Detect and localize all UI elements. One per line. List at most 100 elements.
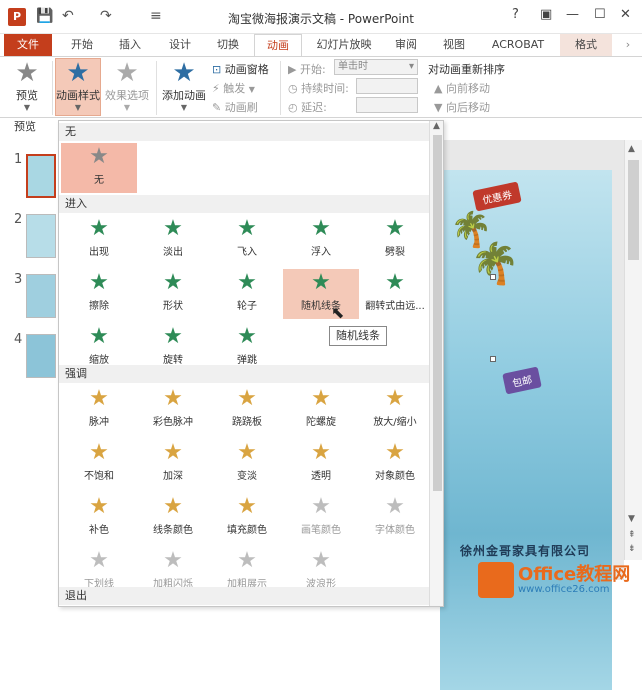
star-icon: ★	[237, 440, 257, 465]
move-earlier-button[interactable]: ▲ 向前移动	[434, 80, 490, 96]
emphasis-effect-label: 透明	[311, 471, 331, 482]
scroll-up-icon[interactable]: ▲	[628, 144, 635, 154]
preview-button[interactable]: ★ 预览 ▼	[6, 59, 48, 115]
tab-animations[interactable]: 动画	[254, 34, 302, 56]
ribbon-scroll-right-icon[interactable]: ›	[620, 34, 636, 56]
emphasis-effect[interactable]: ★ 填充颜色	[209, 493, 285, 543]
duration-input[interactable]	[356, 78, 418, 94]
tab-insert[interactable]: 插入	[108, 34, 152, 56]
preview-label: 预览	[16, 89, 38, 102]
tooltip: 随机线条	[329, 326, 387, 346]
emphasis-effect-label: 彩色脉冲	[153, 417, 193, 428]
emphasis-effect[interactable]: ★ 字体颜色	[357, 493, 433, 543]
entrance-effect[interactable]: ★ 擦除	[61, 269, 137, 319]
slide-thumbnail-3[interactable]	[26, 274, 56, 318]
animation-painter-button[interactable]: ✎ 动画刷	[212, 99, 258, 115]
slide-thumbnails-panel: 1 2 3 4	[0, 140, 58, 607]
emphasis-effect-label: 跷跷板	[232, 417, 262, 428]
gallery-scrollbar[interactable]: ▲	[429, 121, 443, 606]
mouse-cursor-icon: ⬉	[331, 303, 345, 322]
tab-home[interactable]: 开始	[60, 34, 104, 56]
star-icon: ★	[237, 548, 257, 573]
selection-handle[interactable]	[490, 356, 496, 362]
tab-file[interactable]: 文件	[4, 34, 52, 56]
add-animation-button[interactable]: ★ 添加动画 ▼	[160, 59, 208, 115]
add-animation-label: 添加动画	[162, 89, 206, 102]
help-button[interactable]: ?	[512, 7, 519, 22]
arrow-up-icon: ▲	[434, 82, 443, 95]
delay-input[interactable]	[356, 97, 418, 113]
tab-review[interactable]: 审阅	[386, 34, 426, 56]
scrollbar-thumb[interactable]	[628, 160, 639, 260]
star-icon: ★	[237, 386, 257, 411]
start-select[interactable]: 单击时 ▾	[334, 59, 418, 75]
scroll-up-icon[interactable]: ▲	[433, 121, 440, 131]
tab-view[interactable]: 视图	[434, 34, 474, 56]
selection-handle[interactable]	[490, 274, 496, 280]
tab-slideshow[interactable]: 幻灯片放映	[308, 34, 380, 56]
slide-thumbnail-4[interactable]	[26, 334, 56, 378]
emphasis-effect[interactable]: ★ 跷跷板	[209, 385, 285, 435]
star-icon: ★	[385, 216, 405, 241]
tab-design[interactable]: 设计	[158, 34, 202, 56]
emphasis-effect[interactable]: ★ 加深	[135, 439, 211, 489]
entrance-effect-label: 浮入	[311, 247, 331, 258]
move-later-button[interactable]: ▼ 向后移动	[434, 99, 490, 115]
slide-thumbnail-1[interactable]	[26, 154, 56, 198]
star-icon: ★	[311, 440, 331, 465]
entrance-effect[interactable]: ★ 形状	[135, 269, 211, 319]
minimize-button[interactable]: —	[566, 7, 579, 22]
maximize-button[interactable]: ☐	[594, 7, 606, 22]
emphasis-effect[interactable]: ★ 对象颜色	[357, 439, 433, 489]
emphasis-effect[interactable]: ★ 变淡	[209, 439, 285, 489]
entrance-effect[interactable]: ★ 出现	[61, 215, 137, 265]
star-icon: ★	[385, 270, 405, 295]
delay-label: ◴ 延迟:	[288, 101, 327, 114]
next-slide-icon[interactable]: ⇟	[628, 544, 636, 554]
slide-editing-area: 优惠券 🌴 🌴 包邮 徐州金哥家具有限公司	[440, 140, 624, 690]
emphasis-effect[interactable]: ★ 画笔颜色	[283, 493, 359, 543]
free-shipping-tag[interactable]: 包邮	[502, 366, 542, 395]
close-button[interactable]: ✕	[620, 7, 631, 22]
slide-number: 4	[14, 332, 23, 347]
emphasis-effect[interactable]: ★ 彩色脉冲	[135, 385, 211, 435]
effect-options-button[interactable]: ★ 效果选项 ▼	[104, 59, 150, 115]
entrance-effect[interactable]: ★ 轮子	[209, 269, 285, 319]
tab-transitions[interactable]: 切换	[206, 34, 250, 56]
ribbon-display-button[interactable]: ▣	[540, 7, 552, 22]
slide-thumbnail-2[interactable]	[26, 214, 56, 258]
emphasis-effect[interactable]: ★ 透明	[283, 439, 359, 489]
emphasis-effect[interactable]: ★ 脉冲	[61, 385, 137, 435]
entrance-effect-label: 旋转	[163, 355, 183, 366]
entrance-effect-label: 飞入	[237, 247, 257, 258]
entrance-effect[interactable]: ★ 飞入	[209, 215, 285, 265]
entrance-effect[interactable]: ★ 淡出	[135, 215, 211, 265]
coupon-tag[interactable]: 优惠券	[472, 181, 522, 212]
gallery-scrollbar-thumb[interactable]	[433, 135, 442, 491]
watermark-url: www.office26.com	[518, 584, 610, 595]
emphasis-effect[interactable]: ★ 补色	[61, 493, 137, 543]
emphasis-effect[interactable]: ★ 不饱和	[61, 439, 137, 489]
slide-vertical-scrollbar[interactable]: ▲ ▼ ⇞ ⇟	[624, 140, 642, 560]
emphasis-effect-label: 不饱和	[84, 471, 114, 482]
tab-format[interactable]: 格式	[560, 34, 612, 56]
entrance-effect[interactable]: ★ 随机线条	[283, 269, 359, 319]
entrance-effect[interactable]: ★ 浮入	[283, 215, 359, 265]
animation-pane-button[interactable]: ⊡ 动画窗格	[212, 61, 269, 77]
emphasis-effect[interactable]: ★ 放大/缩小	[357, 385, 433, 435]
emphasis-effect[interactable]: ★ 线条颜色	[135, 493, 211, 543]
tab-acrobat[interactable]: ACROBAT	[482, 34, 554, 56]
entrance-effect[interactable]: ★ 劈裂	[357, 215, 433, 265]
emphasis-effect-label: 对象颜色	[375, 471, 415, 482]
slide-canvas[interactable]: 优惠券 🌴 🌴 包邮 徐州金哥家具有限公司	[440, 170, 612, 690]
entrance-effect[interactable]: ★ 翻转式由远...	[357, 269, 433, 319]
emphasis-effect-label: 线条颜色	[153, 525, 193, 536]
trigger-button[interactable]: ⚡ 触发 ▼	[212, 80, 255, 96]
watermark-brand: Office教程网	[518, 564, 631, 585]
previous-slide-icon[interactable]: ⇞	[628, 530, 636, 540]
effect-none[interactable]: ★ 无	[61, 143, 137, 193]
ribbon-tabs: 文件 开始 插入 设计 切换 动画 幻灯片放映 审阅 视图 ACROBAT 格式…	[0, 34, 642, 56]
animation-styles-button[interactable]: ★ 动画样式 ▼	[55, 58, 101, 116]
emphasis-effect[interactable]: ★ 陀螺旋	[283, 385, 359, 435]
scroll-down-icon[interactable]: ▼	[628, 514, 635, 524]
